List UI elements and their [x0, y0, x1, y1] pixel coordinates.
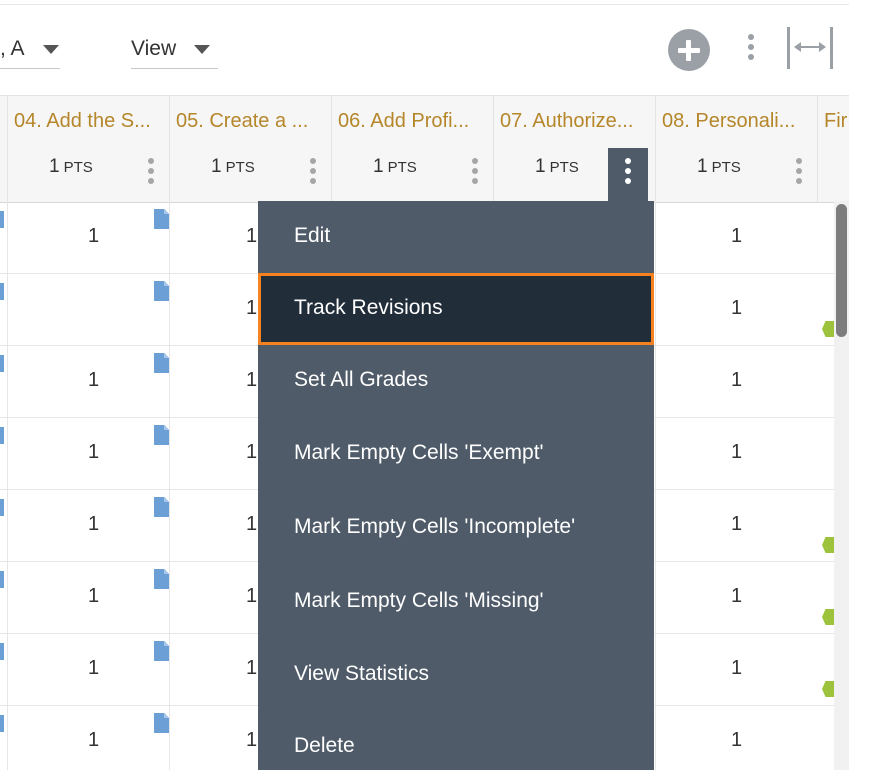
column-points: 1 PTS	[373, 156, 417, 177]
grid-header-row: 04. Add the S... 1 PTS 05. Create a ... 1…	[0, 95, 849, 203]
vertical-ellipsis-icon[interactable]	[748, 34, 754, 64]
column-menu-icon[interactable]	[310, 158, 316, 188]
grade-cell[interactable]	[7, 273, 169, 345]
column-points: 1 PTS	[535, 156, 579, 177]
column-header-04[interactable]: 04. Add the S... 1 PTS	[7, 96, 169, 202]
column-menu-icon[interactable]	[796, 158, 802, 188]
column-title[interactable]: Fir	[824, 110, 849, 133]
menu-item-mark-missing[interactable]: Mark Empty Cells 'Missing'	[258, 566, 654, 638]
sort-dropdown-label: , A	[0, 37, 25, 60]
grade-cell[interactable]: 1	[7, 705, 169, 770]
grade-cell[interactable]: 1	[655, 561, 817, 633]
column-title[interactable]: 05. Create a ...	[176, 110, 327, 133]
document-icon	[0, 715, 4, 732]
document-icon	[0, 643, 4, 660]
grade-cell[interactable]: 1	[7, 489, 169, 561]
grade-cell[interactable]: 1	[7, 345, 169, 417]
collapse-columns-icon[interactable]	[787, 27, 833, 69]
column-options-menu: Edit Track Revisions Set All Grades Mark…	[258, 201, 654, 770]
document-icon[interactable]	[154, 713, 169, 733]
column-points: 1 PTS	[211, 156, 255, 177]
document-icon	[0, 283, 4, 300]
document-icon[interactable]	[154, 497, 169, 517]
grade-cell[interactable]: 1	[7, 633, 169, 705]
menu-item-track-revisions[interactable]: Track Revisions	[258, 273, 654, 345]
document-icon[interactable]	[154, 353, 169, 373]
toolbar-divider	[0, 4, 849, 5]
document-icon	[0, 571, 4, 588]
grade-cell[interactable]: 1	[655, 417, 817, 489]
grade-cell[interactable]: 1	[655, 201, 817, 273]
column-menu-icon[interactable]	[472, 158, 478, 188]
column-points: 1 PTS	[697, 156, 741, 177]
grade-cell[interactable]: 1	[655, 345, 817, 417]
document-icon	[0, 499, 4, 516]
column-header-next[interactable]: Fir	[817, 96, 849, 202]
menu-item-view-statistics[interactable]: View Statistics	[258, 639, 654, 711]
menu-item-delete[interactable]: Delete	[258, 711, 654, 783]
grade-cell[interactable]: 1	[655, 633, 817, 705]
grade-cell[interactable]: 1	[7, 561, 169, 633]
column-header-07[interactable]: 07. Authorize... 1 PTS	[493, 96, 655, 202]
menu-item-edit[interactable]: Edit	[258, 201, 654, 273]
grade-cell[interactable]: 1	[7, 201, 169, 273]
grade-cell[interactable]: 1	[655, 489, 817, 561]
column-title[interactable]: 06. Add Profi...	[338, 110, 489, 133]
document-icon[interactable]	[154, 281, 169, 301]
plus-circle-icon[interactable]	[668, 29, 710, 71]
column-header-05[interactable]: 05. Create a ... 1 PTS	[169, 96, 331, 202]
menu-item-mark-exempt[interactable]: Mark Empty Cells 'Exempt'	[258, 418, 654, 490]
column-menu-icon[interactable]	[148, 158, 154, 188]
grade-cell[interactable]: 1	[7, 417, 169, 489]
menu-item-mark-incomplete[interactable]: Mark Empty Cells 'Incomplete'	[258, 492, 654, 564]
document-icon[interactable]	[154, 209, 169, 229]
column-points: 1 PTS	[49, 156, 93, 177]
scrollbar-thumb[interactable]	[836, 204, 847, 337]
column-menu-icon[interactable]	[625, 158, 631, 188]
view-dropdown-label: View	[131, 37, 177, 60]
column-title[interactable]: 07. Authorize...	[500, 110, 651, 133]
chevron-down-icon	[42, 44, 59, 54]
menu-item-set-all-grades[interactable]: Set All Grades	[258, 345, 654, 417]
document-icon[interactable]	[154, 569, 169, 589]
document-icon[interactable]	[154, 425, 169, 445]
document-icon	[0, 355, 4, 372]
column-title[interactable]: 08. Personali...	[662, 110, 813, 133]
document-icon[interactable]	[154, 641, 169, 661]
column-header-08[interactable]: 08. Personali... 1 PTS	[655, 96, 817, 202]
column-title[interactable]: 04. Add the S...	[14, 110, 165, 133]
chevron-down-icon	[194, 44, 211, 54]
grade-cell[interactable]: 1	[655, 705, 817, 770]
sort-dropdown[interactable]: , A	[0, 30, 60, 69]
grade-cell[interactable]: 1	[655, 273, 817, 345]
column-header-06[interactable]: 06. Add Profi... 1 PTS	[331, 96, 493, 202]
view-dropdown[interactable]: View	[131, 30, 218, 69]
document-icon	[0, 427, 4, 444]
document-icon	[0, 211, 4, 228]
column-menu-button-active[interactable]	[608, 148, 648, 202]
